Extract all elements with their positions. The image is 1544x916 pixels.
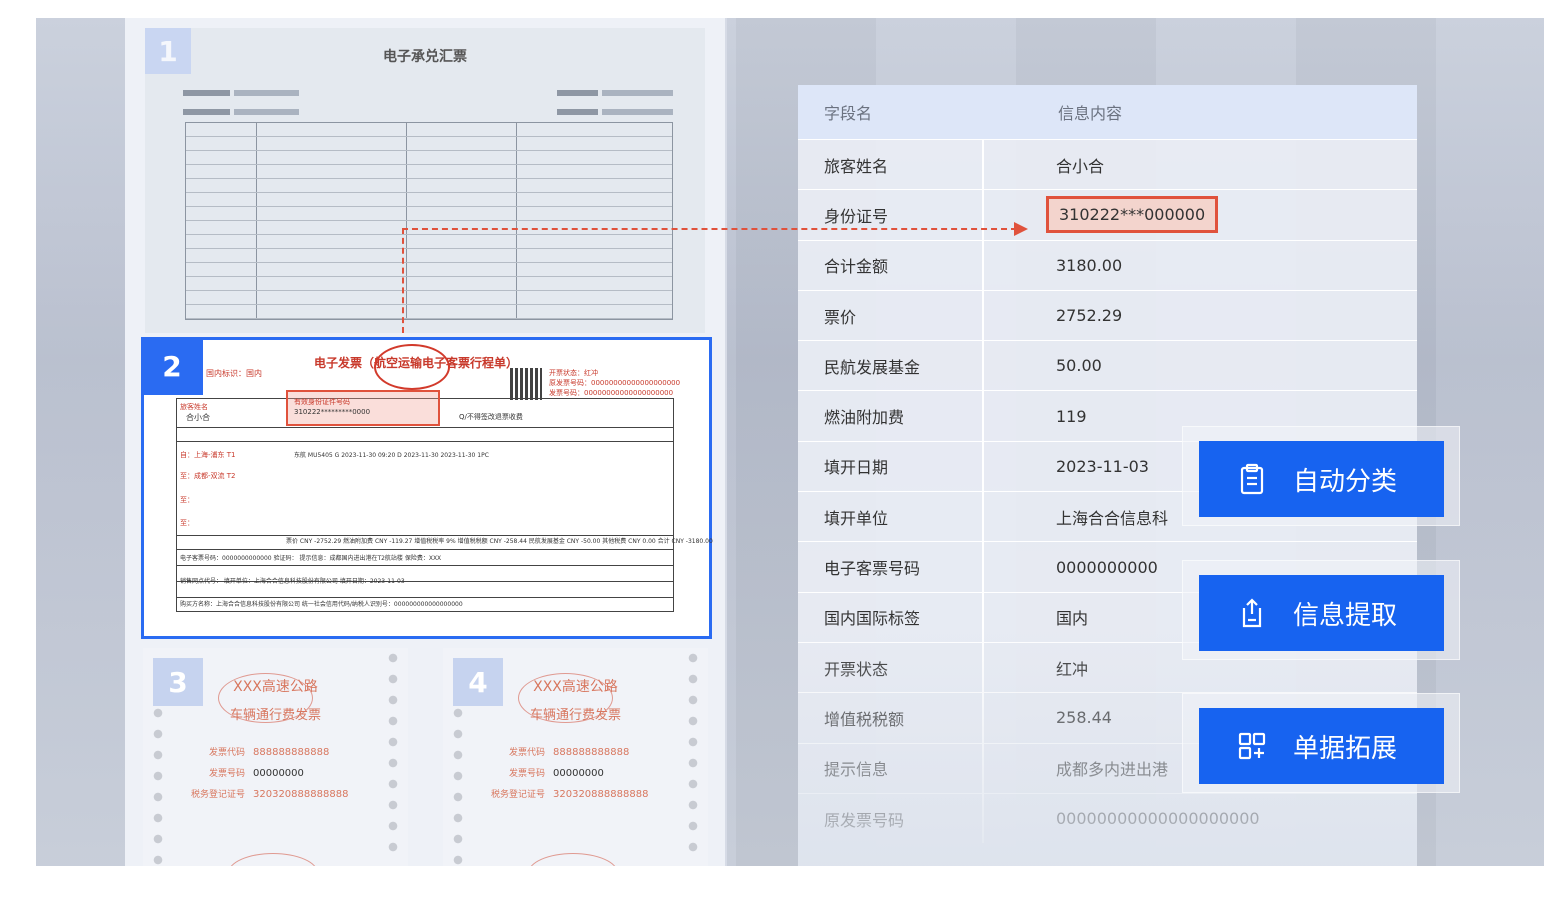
field-name-cell: 旅客姓名 [798,140,984,190]
grid-plus-icon [1238,732,1266,760]
auto-classify-button[interactable]: 自动分类 [1199,441,1444,517]
table-row: 旅客姓名 合小合 [798,139,1417,190]
field-name-cell: 身份证号 [798,190,984,240]
table-row: 票价 2752.29 [798,289,1417,341]
toll-code-row: 发票代码 888888888888 [208,747,330,758]
route-4: 至： [180,519,194,527]
agent-row: 销售网点代号： 填开单位：上海合合信息科技股份有限公司 填开日期：2023-11… [180,578,405,585]
toll-title: XXX高速公路 [533,679,618,695]
passenger-name: 合小合 [186,413,210,422]
field-name-cell: 燃油附加费 [798,391,984,441]
document-expand-label: 单据拓展 [1293,733,1398,764]
field-value-cell: 红冲 [1056,659,1089,679]
invoice-meta: 开票状态：红冲 原发票号码：00000000000000000000 发票号码：… [549,369,681,397]
toll-code-row: 发票代码 888888888888 [508,747,630,758]
field-value-cell: 成都多内进出港 [1056,760,1169,780]
route-1: 自：上海-浦东 T1 [180,451,236,459]
field-value-cell: 50.00 [1056,356,1102,376]
toll-number-row: 发票号码 00000000 [508,768,604,779]
table-row: 原发票号码 00000000000000000000 [798,792,1417,844]
table-row: 身份证号 310222***000000 [798,189,1417,240]
passenger-label: 旅客姓名 [180,403,208,411]
toll-number-row: 发票号码 00000000 [208,768,304,779]
toll-bottom-stamp [228,853,318,866]
document-number-badge: 2 [141,337,203,395]
qr-code [510,368,542,400]
connector-line-horizontal [402,228,1017,230]
action-panel-expand: 单据拓展 [1182,693,1460,793]
form-grid [185,122,673,320]
placeholder-bars-right [557,88,675,126]
toll-title: XXX高速公路 [233,679,318,695]
toll-tax-row: 税务登记证号 320320888888888 [190,789,349,800]
toll-tax-row: 税务登记证号 320320888888888 [490,789,649,800]
table-header: 字段名 信息内容 [798,85,1417,139]
document-expand-button[interactable]: 单据拓展 [1199,708,1444,784]
toll-subtitle: 车辆通行费发票 [529,708,621,723]
field-name-cell: 票价 [798,290,984,341]
action-panel-extract: 信息提取 [1182,560,1460,660]
auto-classify-label: 自动分类 [1293,466,1398,497]
field-name-cell: 提示信息 [798,743,984,793]
field-name-cell: 开票状态 [798,642,984,693]
toll-subtitle: 车辆通行费发票 [229,708,321,723]
field-name-cell: 填开单位 [798,492,984,542]
field-name-cell: 原发票号码 [798,793,984,844]
document-card-2-selected[interactable]: 2 电子发票（航空运输电子客票行程单） 国内标识：国内 开票状态：红冲 原发票号… [141,337,713,639]
id-number-highlight: 有效身份证件号码 310222*********0000 [286,390,440,426]
document-card-3[interactable]: 3 XXX高速公路 车辆通行费发票 发票代码 888888888888 发票号码 0… [143,648,408,866]
field-value-cell: 2752.29 [1056,306,1123,326]
invoice-domestic-tag: 国内标识：国内 [206,369,262,378]
route-3: 至： [180,496,194,504]
toll-bottom-stamp [528,853,618,866]
field-name-cell: 增值税税额 [798,693,984,743]
field-value-cell: 0000000000 [1056,557,1158,577]
connector-line-vertical [402,228,404,333]
ticket-row: 电子客票号码：0000000000000 验证码： 提示信息：成都国内进出港在T… [180,555,442,562]
field-value-cell: 258.44 [1056,708,1112,728]
field-name-cell: 民航发展基金 [798,341,984,391]
field-name-cell: 合计金额 [798,240,984,290]
info-extract-button[interactable]: 信息提取 [1199,575,1444,651]
header-content: 信息内容 [1058,104,1123,123]
field-value-cell: 119 [1056,406,1087,426]
connector-arrow-icon [1014,222,1028,236]
header-field-name: 字段名 [824,104,873,123]
field-value-cell: 国内 [1056,609,1089,629]
field-value-cell: 合小合 [1056,156,1105,176]
red-stamp [374,344,450,390]
clipboard-icon [1240,463,1264,495]
document-card-1[interactable]: 1 电子承兑汇票 [145,28,705,333]
fare-row: 票价 CNY -2752.29 燃油附加费 CNY -119.27 增值税税率 … [286,538,713,545]
buyer-row: 购买方名称：上海合合信息科技股份有限公司 统一社会信用代码/纳税人识别号：000… [180,601,463,608]
table-row: 民航发展基金 50.00 [798,340,1417,391]
document-card-4[interactable]: 4 XXX高速公路 车辆通行费发票 发票代码 888888888888 发票号码 0… [443,648,708,866]
field-name-cell: 电子客票号码 [798,542,984,592]
document-column: 1 电子承兑汇票 2 电子发票（航空运输电子客票行程单） 国内标识：国内 开票状… [125,18,727,866]
info-extract-label: 信息提取 [1293,600,1398,631]
field-value-cell: 2023-11-03 [1056,456,1149,476]
flight-row: 东航 MU5405 G 2023-11-30 09:20 D 2023-11-3… [294,452,489,459]
invoice-remark: Q/不得签改退票收费 [459,413,523,421]
field-value-cell: 00000000000000000000 [1056,809,1260,828]
action-panel-classify: 自动分类 [1182,426,1460,526]
route-2: 至：成都-双流 T2 [180,472,236,480]
document-title: 电子承兑汇票 [383,49,467,65]
placeholder-bars-left [183,88,301,126]
upload-document-icon [1242,598,1262,628]
field-name-cell: 国内国际标签 [798,592,984,642]
field-value-cell: 3180.00 [1056,255,1123,275]
table-row: 合计金额 3180.00 [798,239,1417,290]
field-value-cell: 上海合合信息科 [1056,508,1169,528]
id-number-highlight-box: 310222***000000 [1046,196,1219,234]
field-name-cell: 填开日期 [798,441,984,492]
